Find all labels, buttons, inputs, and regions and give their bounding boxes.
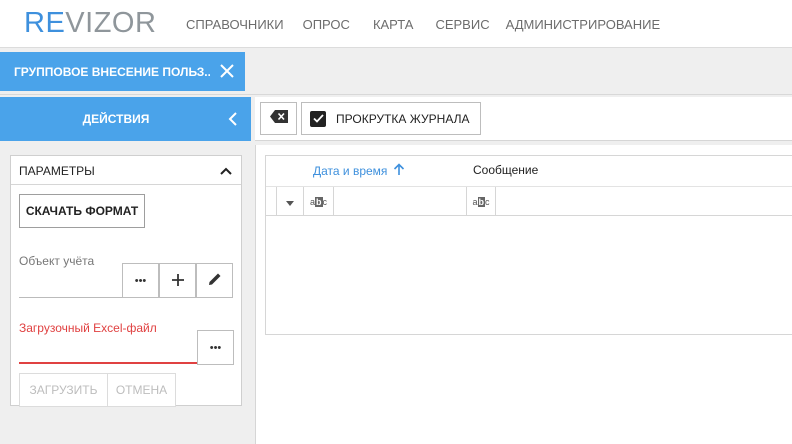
plus-icon bbox=[171, 273, 184, 289]
actions-panel: ПАРАМЕТРЫ СКАЧАТЬ ФОРМАТ Объект учёта ••… bbox=[0, 145, 251, 444]
message-filter-input[interactable] bbox=[496, 187, 792, 216]
chevron-left-icon[interactable] bbox=[223, 109, 243, 129]
nav-item-map[interactable]: КАРТА bbox=[373, 17, 414, 32]
edit-object-button[interactable] bbox=[196, 263, 233, 298]
grid-filter-row: abc abc bbox=[266, 186, 792, 216]
sort-ascending-icon bbox=[387, 163, 405, 179]
excel-browse-button[interactable]: ••• bbox=[197, 330, 234, 365]
add-object-button[interactable] bbox=[159, 263, 196, 298]
text-filter-icon: abc bbox=[309, 196, 327, 207]
journal-toolbar: ПРОКРУТКА ЖУРНАЛА bbox=[255, 97, 792, 141]
actions-panel-header[interactable]: ДЕЙСТВИЯ bbox=[0, 97, 251, 141]
document-tab-label: ГРУППОВОЕ ВНЕСЕНИЕ ПОЛЬЗ... bbox=[14, 64, 210, 79]
column-header-datetime-label: Дата и время bbox=[313, 164, 388, 178]
message-filter-operator[interactable]: abc bbox=[466, 187, 496, 216]
backspace-icon bbox=[269, 109, 288, 128]
column-header-datetime[interactable]: Дата и время bbox=[313, 163, 405, 179]
main-menu: СПРАВОЧНИКИ ОПРОС КАРТА СЕРВИС АДМИНИСТР… bbox=[178, 0, 668, 48]
nav-item-service[interactable]: СЕРВИС bbox=[435, 17, 489, 32]
object-field-input[interactable] bbox=[19, 270, 122, 298]
journal-panel: Дата и время Сообщение abc abc bbox=[255, 145, 792, 444]
logo-suffix: VIZOR bbox=[65, 7, 157, 39]
caret-down-icon bbox=[286, 193, 294, 211]
parameters-title: ПАРАМЕТРЫ bbox=[19, 164, 95, 178]
row-filter-dropdown[interactable] bbox=[276, 187, 304, 216]
journal-area: ПРОКРУТКА ЖУРНАЛА Дата и время Сообщение bbox=[255, 97, 792, 444]
download-format-button[interactable]: СКАЧАТЬ ФОРМАТ bbox=[19, 194, 145, 228]
chevron-up-icon[interactable] bbox=[217, 162, 235, 180]
text-filter-icon: abc bbox=[472, 196, 490, 207]
grid-header: Дата и время Сообщение bbox=[266, 156, 792, 184]
tabs-divider bbox=[0, 94, 792, 95]
nav-item-survey[interactable]: ОПРОС bbox=[303, 17, 350, 32]
nav-item-administration[interactable]: АДМИНИСТРИРОВАНИЕ bbox=[506, 17, 661, 32]
document-tab[interactable]: ГРУППОВОЕ ВНЕСЕНИЕ ПОЛЬЗ... bbox=[0, 52, 245, 91]
datetime-filter-operator[interactable]: abc bbox=[304, 187, 334, 216]
nav-item-directories[interactable]: СПРАВОЧНИКИ bbox=[186, 17, 284, 32]
column-header-message[interactable]: Сообщение bbox=[473, 163, 538, 177]
excel-file-input[interactable] bbox=[19, 336, 197, 364]
object-field-label: Объект учёта bbox=[19, 254, 95, 268]
actions-title: ДЕЙСТВИЯ bbox=[82, 112, 150, 126]
cancel-button[interactable]: ОТМЕНА bbox=[107, 373, 176, 407]
pencil-icon bbox=[208, 272, 222, 289]
parameters-section: ПАРАМЕТРЫ СКАЧАТЬ ФОРМАТ Объект учёта ••… bbox=[10, 155, 242, 407]
scroll-journal-toggle[interactable]: ПРОКРУТКА ЖУРНАЛА bbox=[301, 102, 481, 135]
app-logo[interactable]: REVIZOR bbox=[24, 6, 156, 40]
datetime-filter-input[interactable] bbox=[334, 187, 463, 216]
logo-prefix: RE bbox=[24, 7, 66, 39]
top-navigation-bar: REVIZOR СПРАВОЧНИКИ ОПРОС КАРТА СЕРВИС А… bbox=[0, 0, 792, 48]
load-button[interactable]: ЗАГРУЗИТЬ bbox=[19, 373, 108, 407]
checkbox-checked-icon[interactable] bbox=[310, 110, 326, 127]
scroll-journal-label: ПРОКРУТКА ЖУРНАЛА bbox=[336, 111, 470, 126]
excel-field-label: Загрузочный Excel-файл bbox=[19, 321, 157, 335]
close-icon[interactable] bbox=[217, 61, 237, 81]
parameters-header[interactable]: ПАРАМЕТРЫ bbox=[11, 156, 241, 185]
journal-grid: Дата и время Сообщение abc abc bbox=[265, 155, 792, 335]
clear-journal-button[interactable] bbox=[260, 102, 297, 135]
object-browse-button[interactable]: ••• bbox=[122, 263, 159, 298]
